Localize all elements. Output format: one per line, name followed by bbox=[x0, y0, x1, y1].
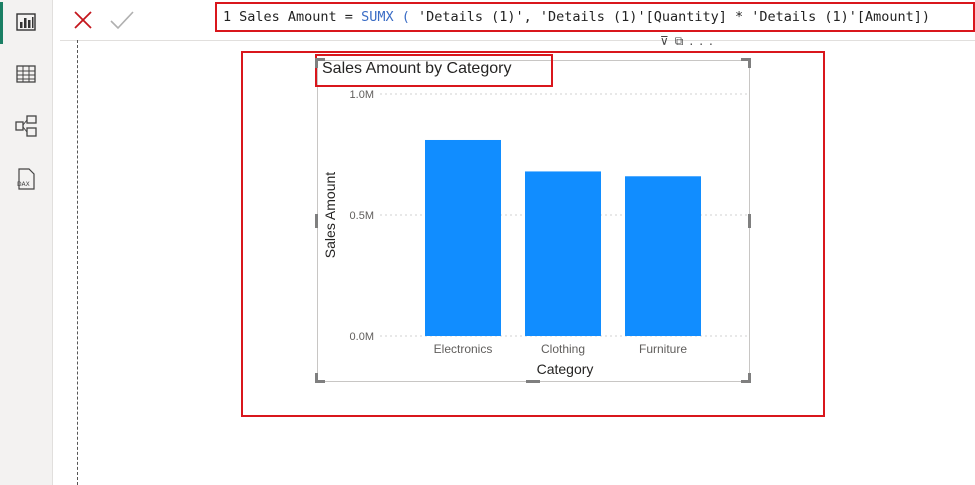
x-tick-label: Clothing bbox=[541, 342, 585, 356]
x-tick-label: Furniture bbox=[639, 342, 687, 356]
bar-furniture bbox=[625, 176, 701, 336]
bar-clothing bbox=[525, 171, 601, 336]
y-tick-label: 1.0M bbox=[350, 89, 374, 101]
x-axis-title: Category bbox=[537, 361, 594, 377]
x-tick-label: Electronics bbox=[434, 342, 493, 356]
y-tick-label: 0.5M bbox=[350, 210, 374, 222]
bar-electronics bbox=[425, 139, 501, 336]
y-axis-title: Sales Amount bbox=[322, 172, 338, 258]
bar-chart: 0.0M 0.5M 1.0M Electronics Clothing Furniture… bbox=[322, 89, 748, 377]
y-tick-label: 0.0M bbox=[350, 331, 374, 343]
